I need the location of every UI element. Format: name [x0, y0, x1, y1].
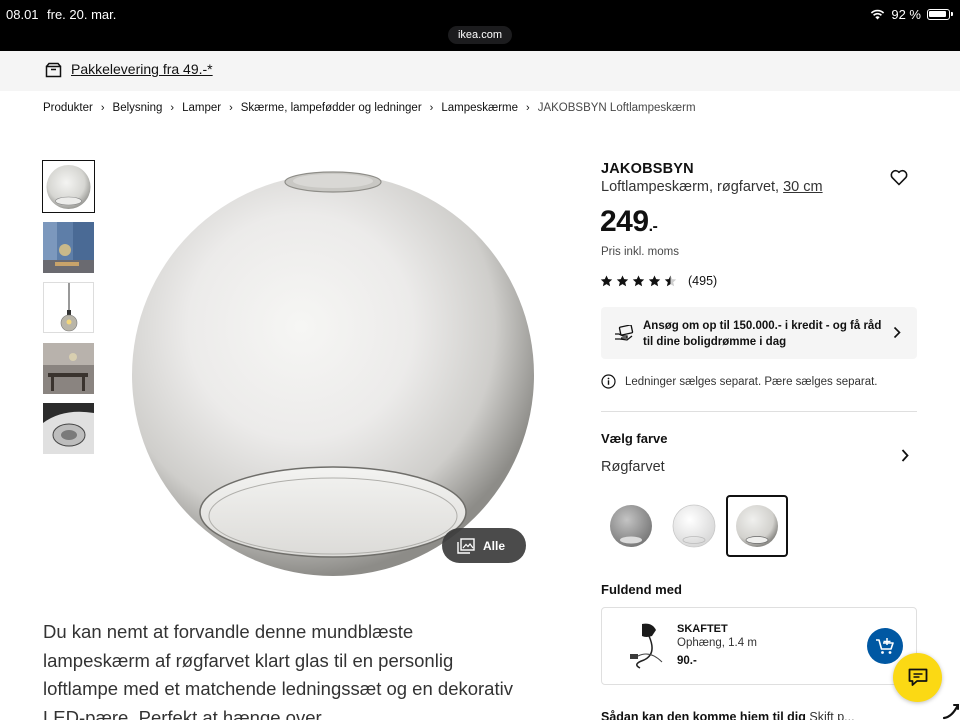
divider	[601, 411, 917, 412]
chevron-right-icon: ›	[170, 102, 175, 114]
status-right: 92 %	[870, 7, 953, 22]
credit-offer-banner[interactable]: Ansøg om op til 150.000.- i kredit - og …	[601, 307, 917, 359]
star-icon	[632, 275, 645, 287]
chat-button[interactable]	[893, 653, 942, 702]
color-swatch-smoke-selected[interactable]	[726, 495, 788, 557]
view-all-images-button[interactable]: Alle	[442, 528, 526, 563]
color-heading: Vælg farve	[601, 431, 668, 446]
wifi-icon	[871, 9, 885, 20]
delivery-promo-bar: Pakkelevering fra 49.-*	[0, 51, 960, 91]
battery-icon	[927, 9, 953, 20]
star-icon	[648, 275, 661, 287]
delivery-heading-text: Sådan kan den komme hjem til dig	[601, 710, 806, 720]
product-name: JAKOBSBYN	[601, 161, 694, 177]
price-suffix: .-	[648, 218, 658, 235]
breadcrumb-current: JAKOBSBYN Loftlampeskærm	[537, 102, 696, 114]
delivery-section-heading[interactable]: Sådan kan den komme hjem til dig Skift p…	[601, 710, 855, 720]
status-time: 08.01	[6, 7, 39, 22]
thumbnail-product[interactable]	[42, 160, 95, 213]
recommended-product-name: SKAFTET	[677, 623, 728, 635]
chevron-right-icon: ›	[229, 102, 233, 114]
thumbnail-dining[interactable]	[43, 343, 94, 394]
product-price: 249.-	[600, 205, 658, 239]
battery-percent: 92 %	[891, 7, 921, 22]
recommended-product-card[interactable]: SKAFTET Ophæng, 1.4 m 90.-	[601, 607, 917, 685]
status-date: fre. 20. mar.	[47, 7, 117, 22]
info-note: Ledninger sælges separat. Pære sælges se…	[601, 374, 878, 389]
chevron-right-icon[interactable]	[900, 448, 910, 463]
breadcrumb-item[interactable]: Lamper	[182, 102, 221, 114]
breadcrumb-item[interactable]: Lampeskærme	[441, 102, 518, 114]
chat-icon	[908, 668, 927, 686]
chevron-right-icon: ›	[526, 102, 530, 114]
product-size-link[interactable]: 30 cm	[783, 179, 823, 195]
delivery-promo-link[interactable]: Pakkelevering fra 49.-*	[71, 61, 213, 77]
star-icon	[616, 275, 629, 287]
gallery-icon	[457, 537, 475, 554]
color-swatch-grey[interactable]	[602, 497, 660, 555]
chevron-right-icon	[893, 326, 901, 339]
breadcrumb-item[interactable]: Produkter	[43, 102, 93, 114]
status-bar: 08.01 fre. 20. mar. ikea.com 92 %	[0, 0, 960, 51]
breadcrumb-item[interactable]: Belysning	[113, 102, 163, 114]
add-to-cart-button[interactable]	[867, 628, 903, 664]
product-subtitle: Loftlampeskærm, røgfarvet, 30 cm	[601, 179, 823, 195]
delivery-change-link[interactable]: Skift p...	[809, 710, 854, 720]
cord-set-image	[630, 623, 663, 669]
delivery-box-icon	[45, 62, 62, 78]
star-icon	[600, 275, 613, 287]
thumbnail-closeup[interactable]	[43, 403, 94, 454]
color-selected-value: Røgfarvet	[601, 459, 665, 475]
product-description: Du kan nemt at forvandle denne mundblæst…	[43, 621, 513, 720]
price-note: Pris inkl. moms	[601, 246, 679, 258]
breadcrumb-item[interactable]: Skærme, lampefødder og ledninger	[241, 102, 422, 114]
thumbnail-pendant[interactable]	[43, 282, 94, 333]
credit-offer-text: Ansøg om op til 150.000.- i kredit - og …	[643, 320, 882, 348]
chevron-right-icon: ›	[100, 102, 105, 114]
rating-stars[interactable]: (495)	[600, 274, 717, 288]
color-swatch-clear[interactable]	[665, 497, 723, 555]
price-value: 249	[600, 205, 649, 238]
heart-icon[interactable]	[890, 169, 908, 186]
info-icon	[601, 374, 616, 389]
recommended-product-price: 90.-	[677, 655, 697, 667]
main-product-image[interactable]	[120, 160, 550, 580]
recommended-product-desc: Ophæng, 1.4 m	[677, 637, 757, 649]
half-star-icon	[664, 275, 677, 287]
thumbnail-room[interactable]	[43, 222, 94, 273]
product-type: Loftlampeskærm, røgfarvet,	[601, 179, 780, 195]
cart-add-icon	[876, 638, 894, 654]
chevron-right-icon: ›	[429, 102, 434, 114]
credit-card-hand-icon	[615, 325, 634, 341]
info-text: Ledninger sælges separat. Pære sælges se…	[625, 375, 878, 388]
complete-with-heading: Fuldend med	[601, 582, 682, 597]
view-all-label: Alle	[483, 538, 506, 553]
url-pill[interactable]: ikea.com	[448, 26, 512, 44]
breadcrumb: Produkter › Belysning › Lamper › Skærme,…	[43, 102, 696, 114]
review-count[interactable]: (495)	[688, 274, 717, 288]
scroll-corner-icon	[942, 703, 960, 720]
